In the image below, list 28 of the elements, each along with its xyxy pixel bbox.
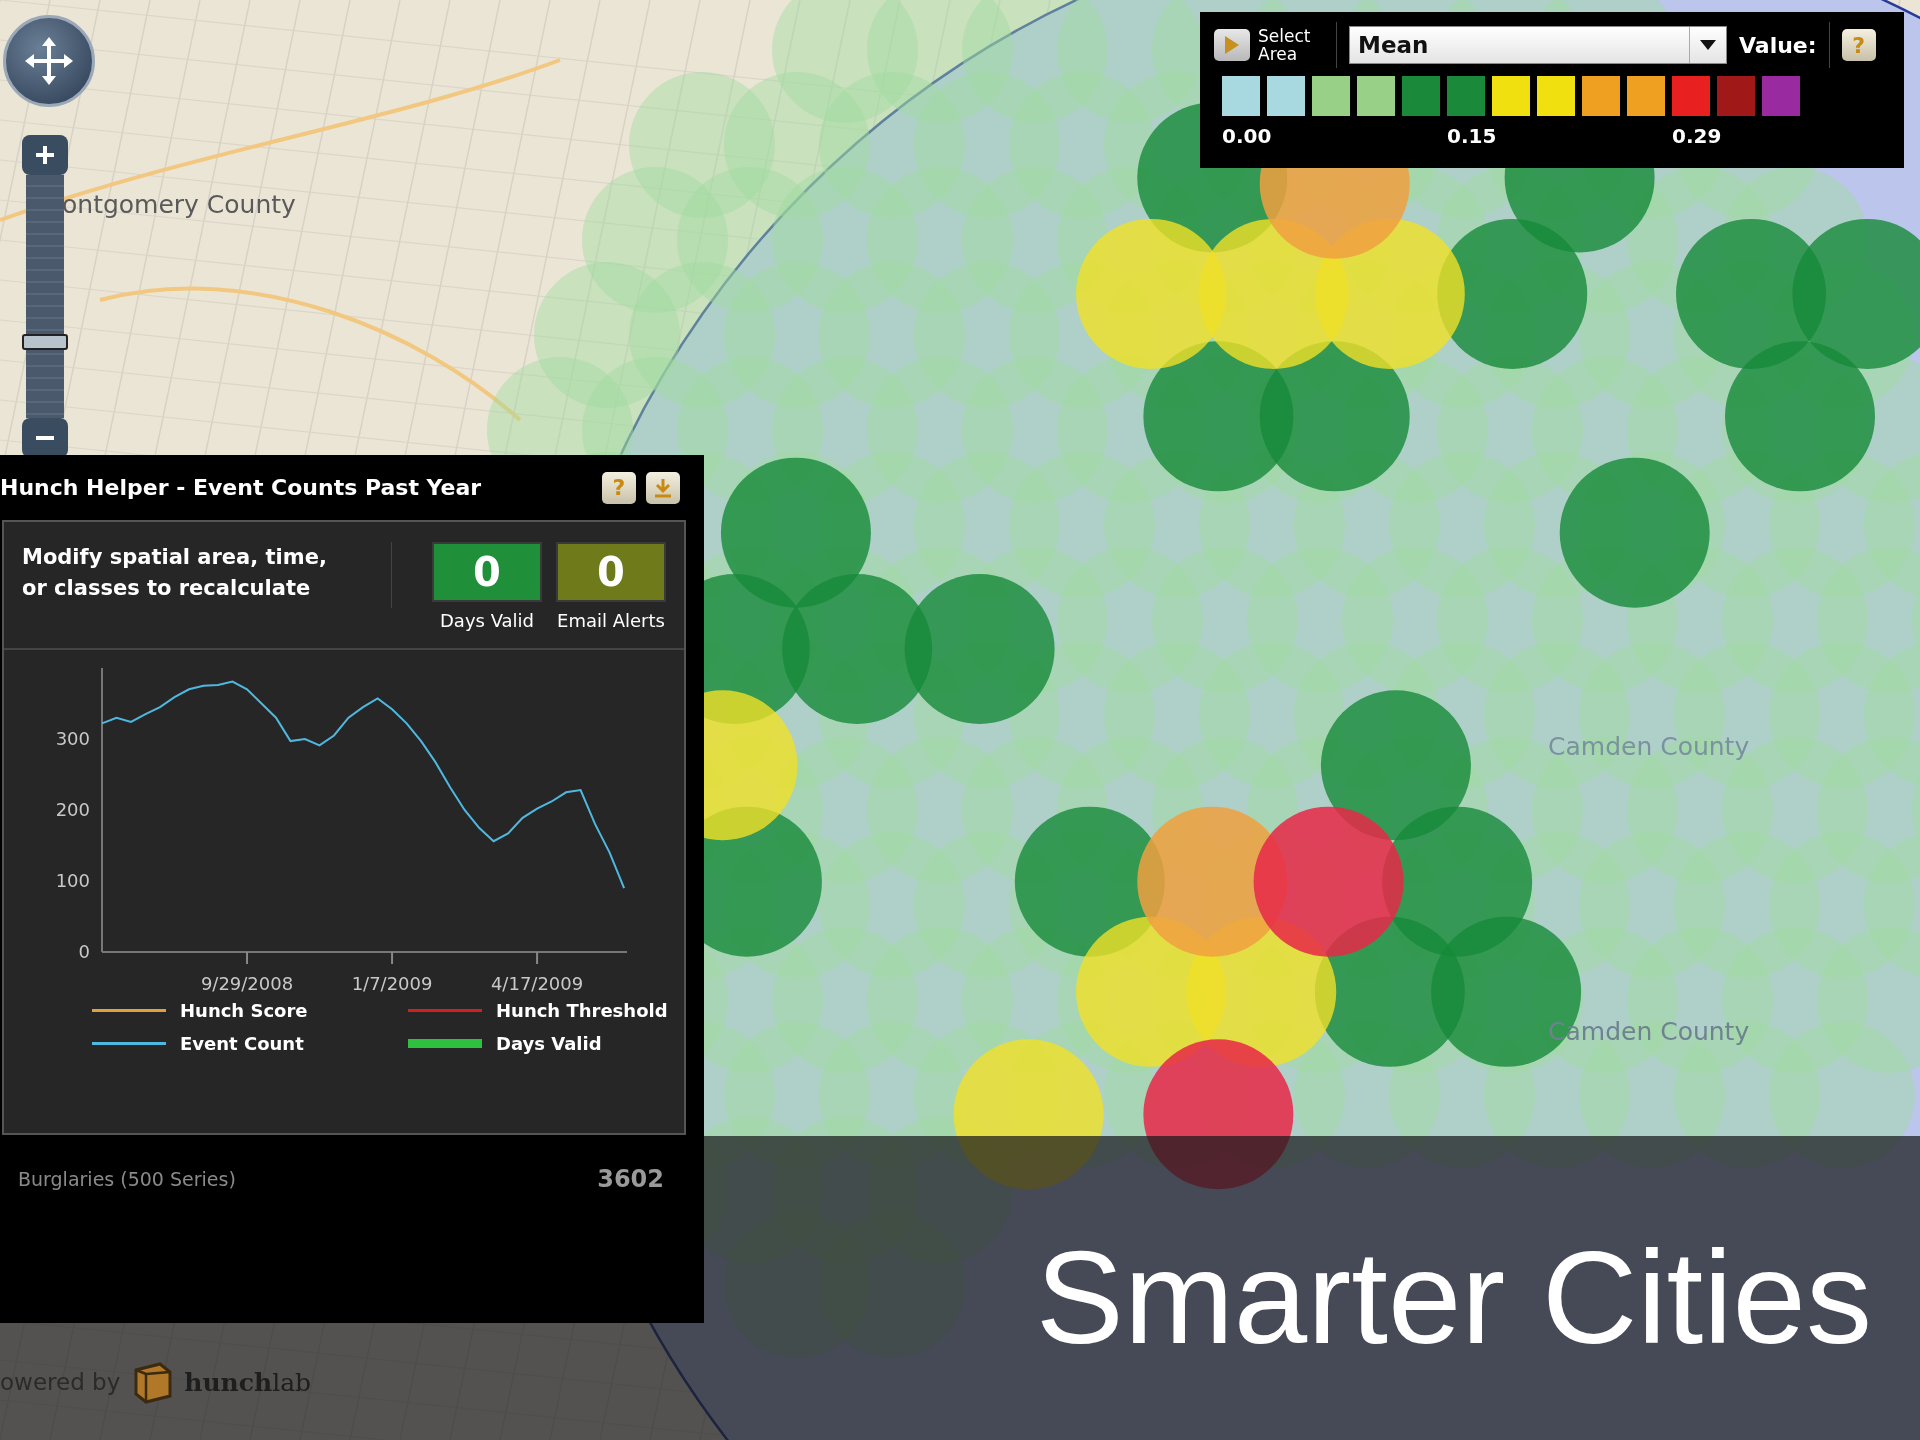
scale-label: 0.15 xyxy=(1447,124,1498,148)
counter-label: Email Alerts xyxy=(557,610,665,631)
counter-value: 0 xyxy=(432,542,542,602)
scale-label: 0.29 xyxy=(1672,124,1723,148)
x-tick-label: 9/29/2008 xyxy=(200,973,294,994)
y-tick-label: 300 xyxy=(55,728,90,749)
map-label: ontgomery County xyxy=(62,190,296,219)
value-label: Value: xyxy=(1739,32,1817,58)
legend-label: Event Count xyxy=(180,1033,304,1054)
select-area-button[interactable]: Select Area xyxy=(1214,27,1324,63)
y-tick-label: 100 xyxy=(55,870,90,891)
x-tick-label: 1/7/2009 xyxy=(351,973,433,994)
counter-label: Days Valid xyxy=(440,610,534,631)
y-tick-label: 0 xyxy=(78,941,90,962)
class-name: Burglaries (500 Series) xyxy=(18,1168,236,1190)
legend-label: Hunch Threshold xyxy=(496,1000,668,1021)
x-tick-label: 4/17/2009 xyxy=(490,973,584,994)
panel-title: Hunch Helper - Event Counts Past Year xyxy=(0,475,482,500)
legend-label: Days Valid xyxy=(496,1033,602,1054)
legend-label: Hunch Score xyxy=(180,1000,308,1021)
map-label: Camden County xyxy=(1548,732,1750,761)
recalculate-message: Modify spatial area, time, or classes to recalculate xyxy=(22,544,328,602)
y-tick-label: 200 xyxy=(55,799,90,820)
slide-caption: Smarter Cities xyxy=(1035,1232,1872,1364)
counter-value: 0 xyxy=(556,542,666,602)
statistic-dropdown[interactable]: Mean xyxy=(1349,26,1727,64)
scale-label: 0.00 xyxy=(1222,124,1273,148)
class-count: 3602 xyxy=(597,1165,664,1193)
